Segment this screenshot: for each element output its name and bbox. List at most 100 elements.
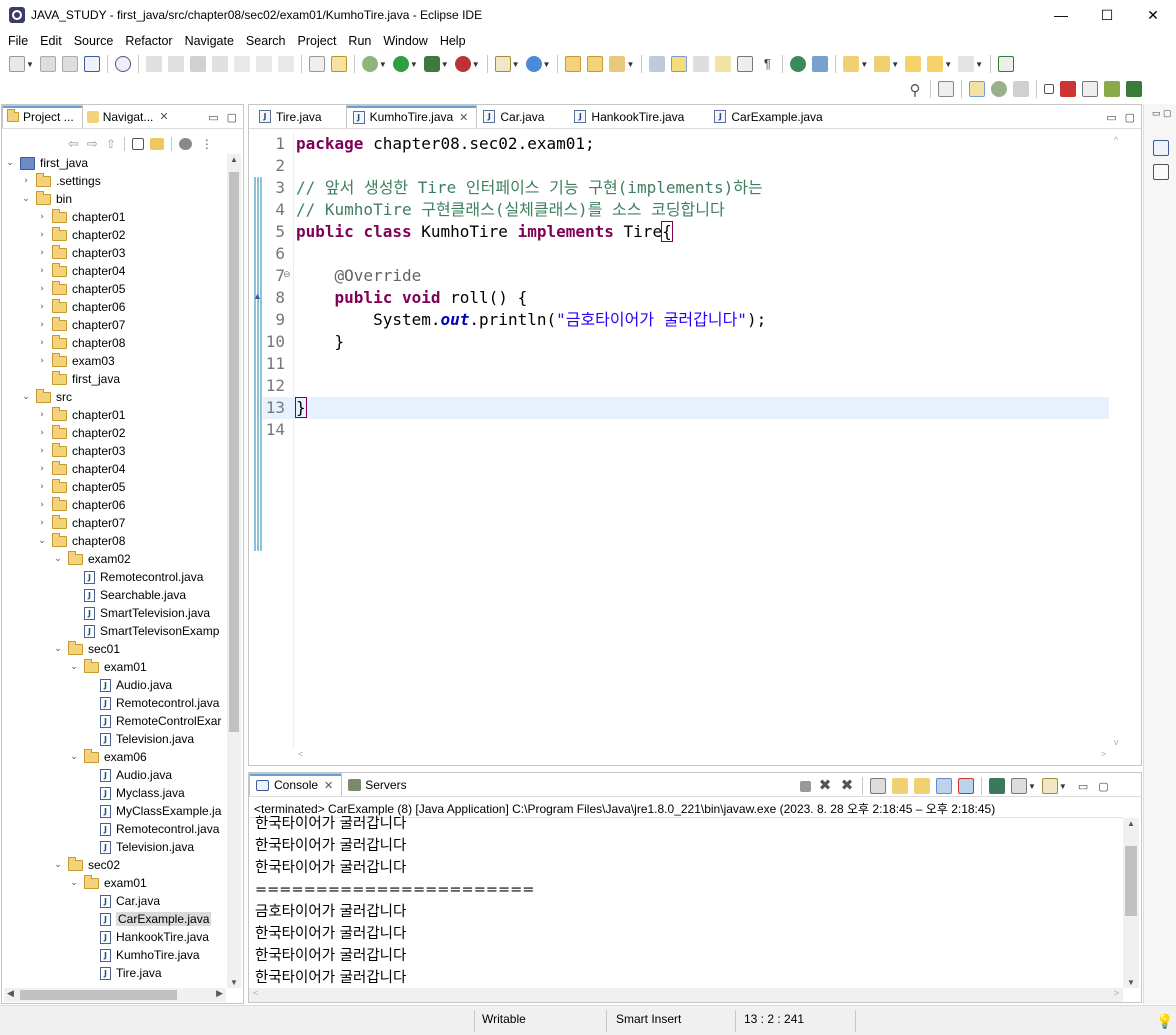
code-line[interactable]: 8 public void roll() { xyxy=(263,287,1109,309)
collapsed-chevron-icon[interactable]: › xyxy=(36,518,48,528)
tree-horizontal-scrollbar[interactable]: ◀ ▶ xyxy=(4,988,226,1002)
tree-item-file[interactable]: J SmartTelevisonExamp xyxy=(68,622,219,640)
tip-bulb-icon[interactable]: 💡 xyxy=(1156,1013,1173,1030)
remove-launch-icon[interactable]: ✖ xyxy=(817,778,833,794)
new-java-project-icon[interactable] xyxy=(494,56,511,72)
display-console-icon[interactable] xyxy=(1011,778,1027,794)
collapsed-chevron-icon[interactable]: › xyxy=(36,284,48,294)
code-line[interactable]: 3 // 앞서 생성한 Tire 인터페이스 기능 구현(implements)하… xyxy=(263,177,1109,199)
tree-item-folder[interactable]: › chapter04 xyxy=(36,460,125,478)
minimize-editor-icon[interactable]: ▭ xyxy=(1106,111,1116,124)
book-icon[interactable] xyxy=(1126,81,1142,97)
code-line[interactable]: 5 public class KumhoTire implements Tire{ xyxy=(263,221,1109,243)
link-with-editor-icon[interactable] xyxy=(149,138,164,150)
clear-console-icon[interactable] xyxy=(870,778,886,794)
remove-all-launches-icon[interactable]: ✖ xyxy=(839,778,855,794)
external-tools-icon[interactable] xyxy=(454,56,471,72)
collapsed-chevron-icon[interactable]: › xyxy=(36,320,48,330)
tree-item-folder[interactable]: › chapter07 xyxy=(36,316,125,334)
menu-project[interactable]: Project xyxy=(292,34,343,48)
menu-window[interactable]: Window xyxy=(377,34,433,48)
tree-item-file[interactable]: J Television.java xyxy=(84,838,194,856)
code-line[interactable]: 14 xyxy=(263,419,1109,441)
expanded-chevron-icon[interactable]: ⌄ xyxy=(4,158,16,168)
search-tool-icon[interactable] xyxy=(609,56,626,72)
tree-item-folder[interactable]: › chapter01 xyxy=(36,406,125,424)
skip-breakpoints-icon[interactable] xyxy=(114,56,131,72)
terminate-console-icon[interactable] xyxy=(800,780,811,792)
tree-item-folder[interactable]: › chapter04 xyxy=(36,262,125,280)
close-icon[interactable]: ✕ xyxy=(324,779,333,792)
menu-search[interactable]: Search xyxy=(240,34,292,48)
menu-run[interactable]: Run xyxy=(342,34,377,48)
tree-item-folder[interactable]: ⌄ exam01 xyxy=(68,874,147,892)
tree-item-file[interactable]: J Television.java xyxy=(84,730,194,748)
back-icon[interactable] xyxy=(927,56,944,72)
tree-item-folder[interactable]: ⌄ sec01 xyxy=(52,640,120,658)
collapsed-chevron-icon[interactable]: › xyxy=(36,266,48,276)
tree-item-file[interactable]: J Tire.java xyxy=(84,964,162,982)
maximize-editor-icon[interactable]: ▢ xyxy=(1125,111,1135,124)
tree-item-folder[interactable]: › .settings xyxy=(20,172,101,190)
code-line[interactable]: 1 package chapter08.sec02.exam01; xyxy=(263,133,1109,155)
toggle-annotations-icon[interactable] xyxy=(649,56,666,72)
tree-vertical-scrollbar[interactable]: ▲ ▼ xyxy=(227,154,241,988)
forward-icon[interactable] xyxy=(958,56,975,72)
back-arrow-icon[interactable]: ⇦ xyxy=(68,136,79,152)
menu-refactor[interactable]: Refactor xyxy=(119,34,178,48)
console-horizontal-scrollbar[interactable]: < > xyxy=(249,988,1123,1002)
menu-edit[interactable]: Edit xyxy=(34,34,68,48)
pin-console-icon[interactable] xyxy=(989,778,1005,794)
tree-item-folder[interactable]: › chapter06 xyxy=(36,298,125,316)
tree-item-folder[interactable]: ⌄ sec02 xyxy=(52,856,120,874)
tab-project-explorer[interactable]: Project ... xyxy=(2,105,83,128)
collapsed-chevron-icon[interactable]: › xyxy=(36,482,48,492)
menu-file[interactable]: File xyxy=(2,34,34,48)
menu-help[interactable]: Help xyxy=(434,34,472,48)
menu-source[interactable]: Source xyxy=(68,34,120,48)
editor-horizontal-scrollbar[interactable]: < > xyxy=(294,749,1110,763)
coverage-icon[interactable] xyxy=(423,56,440,72)
tree-item-folder[interactable]: › chapter02 xyxy=(36,226,125,244)
expanded-chevron-icon[interactable]: ⌄ xyxy=(68,878,80,888)
editor-tab[interactable]: J CarExample.java xyxy=(708,105,846,128)
collapsed-chevron-icon[interactable]: › xyxy=(36,230,48,240)
expanded-chevron-icon[interactable]: ⌄ xyxy=(68,752,80,762)
block-selection-icon[interactable] xyxy=(715,56,732,72)
tab-servers[interactable]: Servers xyxy=(342,773,414,796)
library-icon[interactable] xyxy=(1104,81,1120,97)
expanded-chevron-icon[interactable]: ⌄ xyxy=(68,662,80,672)
code-line[interactable]: 2 xyxy=(263,155,1109,177)
maximize-button[interactable]: ☐ xyxy=(1084,0,1130,30)
tree-item-file[interactable]: J CarExample.java xyxy=(84,910,212,928)
tree-item-folder[interactable]: › chapter02 xyxy=(36,424,125,442)
code-line[interactable]: 7 @Override xyxy=(263,265,1109,287)
search-icon[interactable]: ⚲ xyxy=(907,81,923,99)
code-line[interactable]: 13} xyxy=(263,397,1109,419)
pilcrow-icon[interactable]: ¶ xyxy=(759,56,775,72)
restore-icon[interactable] xyxy=(1044,84,1054,94)
code-line[interactable]: 6 xyxy=(263,243,1109,265)
pin-editor-icon[interactable] xyxy=(998,56,1015,72)
tree-item-folder[interactable]: ⌄ chapter08 xyxy=(36,532,125,550)
code-editor[interactable]: 1 package chapter08.sec02.exam01; 2 3 // 앞서 … xyxy=(263,133,1109,749)
suspend-icon[interactable] xyxy=(167,56,184,72)
tree-item-folder[interactable]: › chapter08 xyxy=(36,334,125,352)
new-java-class-icon[interactable] xyxy=(525,56,542,72)
tree-item-file[interactable]: J MyClassExample.ja xyxy=(84,802,221,820)
tree-item-file[interactable]: J Audio.java xyxy=(84,676,172,694)
collapsed-chevron-icon[interactable]: › xyxy=(36,428,48,438)
close-button[interactable]: ✕ xyxy=(1130,0,1176,30)
tree-item-folder[interactable]: › chapter06 xyxy=(36,496,125,514)
minimize-view-icon[interactable]: ▭ xyxy=(208,111,218,124)
tree-item-file[interactable]: J Audio.java xyxy=(84,766,172,784)
close-icon[interactable]: ✕ xyxy=(159,110,168,123)
globe-icon[interactable] xyxy=(790,56,807,72)
tree-item-file[interactable]: J HankookTire.java xyxy=(84,928,209,946)
web-service-icon[interactable] xyxy=(812,56,829,72)
open-type-icon[interactable] xyxy=(565,56,582,72)
tree-item-folder[interactable]: ⌄ src xyxy=(20,388,72,406)
debug-perspective-icon[interactable] xyxy=(991,81,1007,97)
tree-item-file[interactable]: J SmartTelevision.java xyxy=(68,604,210,622)
show-on-stdout-icon[interactable] xyxy=(936,778,952,794)
